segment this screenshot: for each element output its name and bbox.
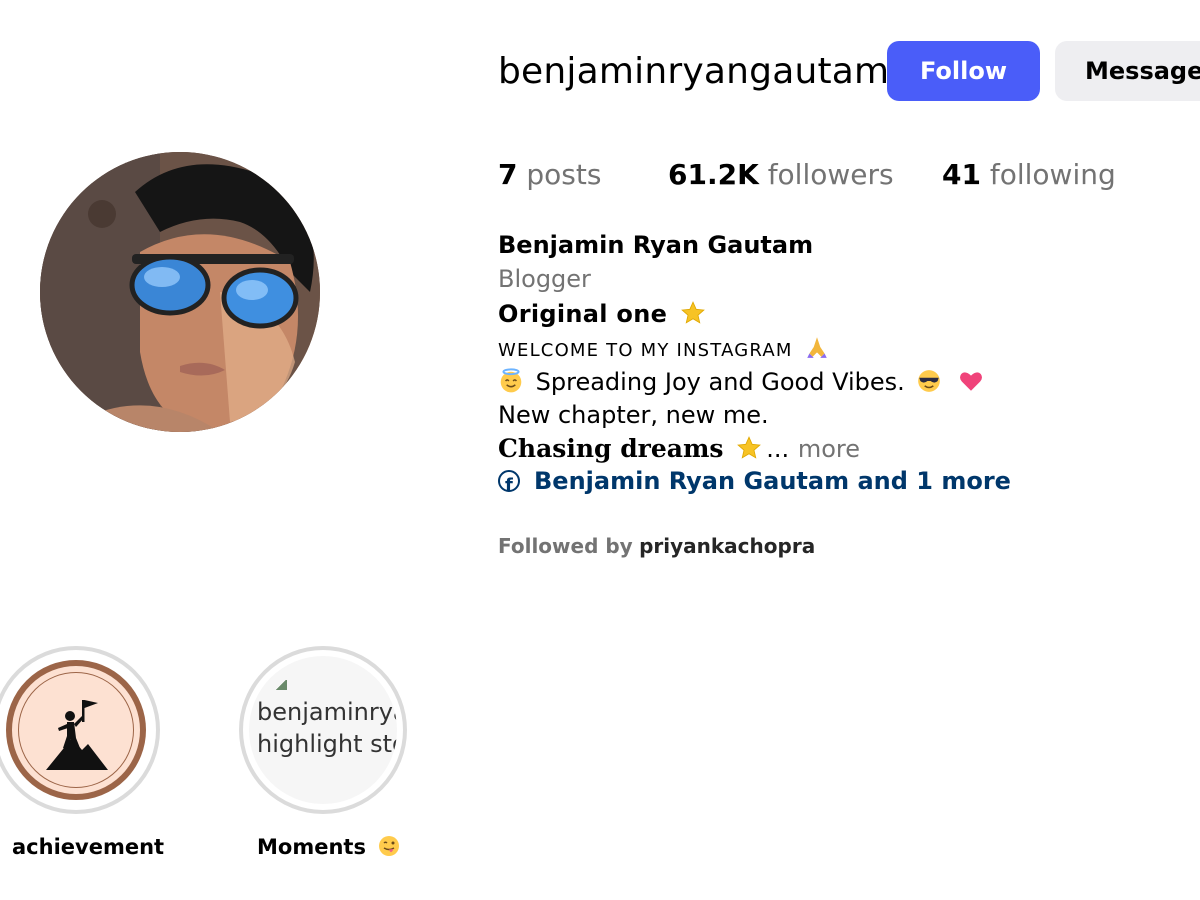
followed-by-prefix: Followed by bbox=[498, 534, 633, 558]
bio-line-5-text: Chasing dreams bbox=[498, 434, 724, 463]
highlight-alt-text: benjaminrya highlight sto bbox=[257, 696, 397, 760]
stat-posts: 7 posts bbox=[498, 155, 601, 195]
folded-hands-emoji bbox=[804, 334, 830, 360]
profile-page: benjaminryangautam Follow Message 7 post… bbox=[0, 0, 1200, 900]
bio-ellipsis: ... bbox=[766, 435, 790, 463]
message-button[interactable]: Message bbox=[1055, 41, 1200, 101]
highlight-label-moments-text: Moments bbox=[257, 835, 366, 859]
posts-count: 7 bbox=[498, 158, 518, 191]
smiling-face-with-halo-emoji bbox=[498, 368, 524, 394]
avatar-photo bbox=[40, 152, 320, 432]
bio-external-link[interactable]: Benjamin Ryan Gautam and 1 more bbox=[498, 464, 1011, 503]
highlight-moments[interactable]: benjaminrya highlight sto bbox=[239, 646, 407, 814]
posts-label: posts bbox=[526, 158, 602, 191]
winking-tongue-emoji bbox=[377, 834, 401, 858]
follow-button[interactable]: Follow bbox=[887, 41, 1040, 101]
highlight-label-moments[interactable]: Moments bbox=[257, 832, 405, 862]
broken-image-icon bbox=[275, 680, 287, 690]
highlight-cover bbox=[6, 660, 146, 800]
facebook-icon bbox=[498, 469, 520, 503]
bio-line-3-text: Spreading Joy and Good Vibes. bbox=[535, 368, 905, 396]
followers-label: followers bbox=[767, 158, 894, 191]
profile-username: benjaminryangautam bbox=[498, 51, 890, 92]
profile-avatar[interactable] bbox=[40, 152, 320, 432]
highlight-alt-line-2: highlight sto bbox=[257, 730, 397, 758]
stat-followers[interactable]: 61.2K followers bbox=[668, 155, 894, 195]
bio-link-text: Benjamin Ryan Gautam and 1 more bbox=[534, 467, 1011, 495]
bio-line-1-text: Original one bbox=[498, 300, 668, 328]
bio-line-2-text: WELCOME TO MY INSTAGRAM bbox=[498, 340, 793, 361]
category-label: Blogger bbox=[498, 265, 591, 293]
followers-count: 61.2K bbox=[668, 158, 759, 191]
following-label: following bbox=[989, 158, 1116, 191]
highlight-alt-line-1: benjaminrya bbox=[257, 698, 397, 726]
full-name: Benjamin Ryan Gautam bbox=[498, 231, 814, 259]
highlight-label-achievement[interactable]: achievement bbox=[12, 832, 164, 862]
heart-emoji bbox=[958, 368, 984, 394]
highlight-achievement[interactable] bbox=[0, 646, 160, 814]
followed-by-user[interactable]: priyankachopra bbox=[639, 534, 815, 558]
star-emoji bbox=[680, 300, 706, 326]
bio-line-1: Original one bbox=[498, 297, 710, 331]
bio-line-4: New chapter, new me. bbox=[498, 401, 769, 429]
highlight-cover-broken: benjaminrya highlight sto bbox=[249, 656, 397, 804]
bio-line-2: WELCOME TO MY INSTAGRAM bbox=[498, 334, 834, 365]
smiling-face-with-sunglasses-emoji bbox=[916, 368, 942, 394]
following-count: 41 bbox=[942, 158, 981, 191]
climber-flag-icon bbox=[46, 700, 108, 770]
followed-by: Followed by priyankachopra bbox=[498, 531, 815, 561]
stat-following[interactable]: 41 following bbox=[942, 155, 1116, 195]
star-emoji bbox=[736, 435, 762, 461]
bio-line-5: Chasing dreams ... more bbox=[498, 431, 860, 467]
bio-more-link[interactable]: more bbox=[798, 435, 860, 463]
bio-line-3: Spreading Joy and Good Vibes. bbox=[498, 365, 988, 399]
